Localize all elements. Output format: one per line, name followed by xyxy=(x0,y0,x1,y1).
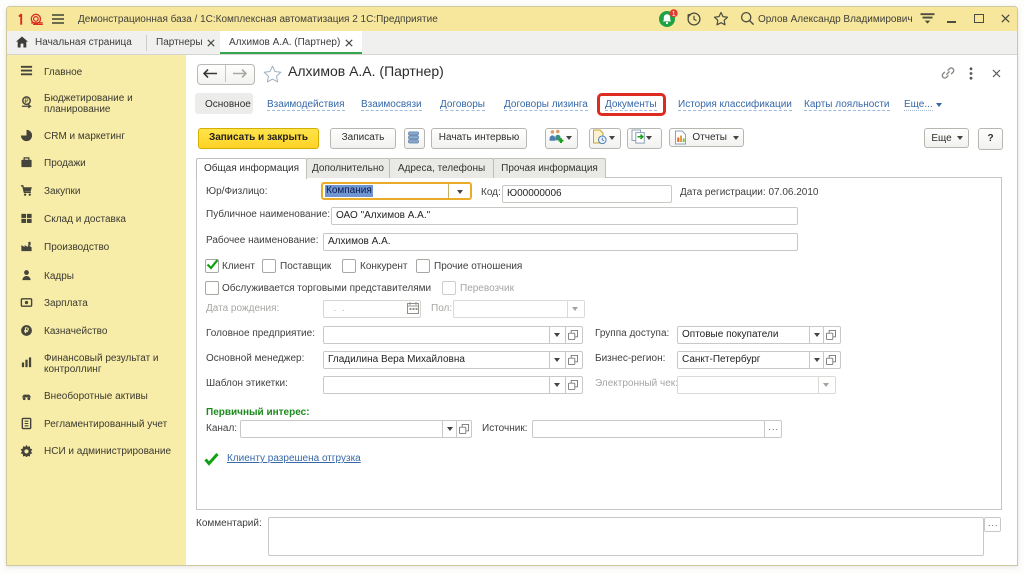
svg-text:1: 1 xyxy=(672,11,676,18)
svg-text:₽: ₽ xyxy=(24,326,29,335)
